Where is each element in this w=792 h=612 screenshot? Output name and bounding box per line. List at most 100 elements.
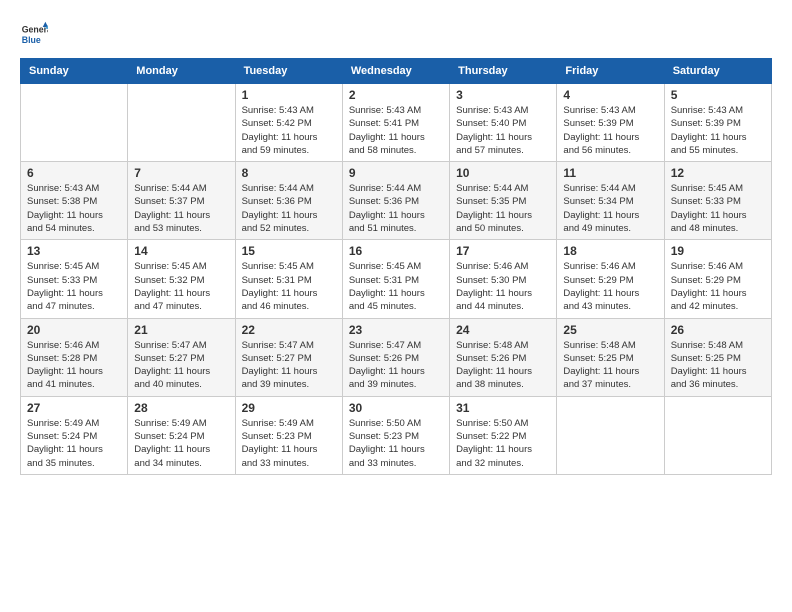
- weekday-header-saturday: Saturday: [664, 59, 771, 84]
- calendar-cell: 25 Sunrise: 5:48 AM Sunset: 5:25 PM Dayli…: [557, 318, 664, 396]
- calendar-cell: 7 Sunrise: 5:44 AM Sunset: 5:37 PM Daylig…: [128, 162, 235, 240]
- calendar-cell: 12Sunrise: 5:45 AM Sunset: 5:33 PM Dayli…: [664, 162, 771, 240]
- day-number: 3: [456, 88, 550, 102]
- day-info: Sunrise: 5:43 AM Sunset: 5:39 PM Dayligh…: [563, 104, 657, 157]
- day-number: 17: [456, 244, 550, 258]
- day-number: 23: [349, 323, 443, 337]
- day-number: 6: [27, 166, 121, 180]
- calendar-cell: 28 Sunrise: 5:49 AM Sunset: 5:24 PM Dayli…: [128, 396, 235, 474]
- day-number: 24: [456, 323, 550, 337]
- day-number: 11: [563, 166, 657, 180]
- day-number: 22: [242, 323, 336, 337]
- day-number: 12: [671, 166, 765, 180]
- day-number: 27: [27, 401, 121, 415]
- day-info: Sunrise: 5:43 AM Sunset: 5:41 PM Dayligh…: [349, 104, 443, 157]
- calendar-cell: 29Sunrise: 5:49 AM Sunset: 5:23 PM Dayli…: [235, 396, 342, 474]
- day-info: Sunrise: 5:49 AM Sunset: 5:24 PM Dayligh…: [134, 417, 228, 470]
- calendar-cell: 3 Sunrise: 5:43 AM Sunset: 5:40 PM Daylig…: [450, 84, 557, 162]
- day-info: Sunrise: 5:43 AM Sunset: 5:38 PM Dayligh…: [27, 182, 121, 235]
- day-info: Sunrise: 5:48 AM Sunset: 5:26 PM Dayligh…: [456, 339, 550, 392]
- calendar-cell: [21, 84, 128, 162]
- calendar-cell: 19 Sunrise: 5:46 AM Sunset: 5:29 PM Dayli…: [664, 240, 771, 318]
- calendar-cell: [128, 84, 235, 162]
- day-number: 19: [671, 244, 765, 258]
- calendar-cell: 4 Sunrise: 5:43 AM Sunset: 5:39 PM Daylig…: [557, 84, 664, 162]
- day-number: 26: [671, 323, 765, 337]
- week-row-4: 20 Sunrise: 5:46 AM Sunset: 5:28 PM Dayli…: [21, 318, 772, 396]
- day-info: Sunrise: 5:43 AM Sunset: 5:39 PM Dayligh…: [671, 104, 765, 157]
- calendar-cell: 14 Sunrise: 5:45 AM Sunset: 5:32 PM Dayli…: [128, 240, 235, 318]
- day-number: 13: [27, 244, 121, 258]
- day-info: Sunrise: 5:44 AM Sunset: 5:36 PM Dayligh…: [242, 182, 336, 235]
- calendar-cell: 23 Sunrise: 5:47 AM Sunset: 5:26 PM Dayli…: [342, 318, 449, 396]
- day-info: Sunrise: 5:50 AM Sunset: 5:23 PM Dayligh…: [349, 417, 443, 470]
- weekday-header-tuesday: Tuesday: [235, 59, 342, 84]
- day-info: Sunrise: 5:44 AM Sunset: 5:37 PM Dayligh…: [134, 182, 228, 235]
- calendar-cell: 30 Sunrise: 5:50 AM Sunset: 5:23 PM Dayli…: [342, 396, 449, 474]
- day-number: 7: [134, 166, 228, 180]
- day-number: 25: [563, 323, 657, 337]
- day-number: 31: [456, 401, 550, 415]
- calendar-cell: 10Sunrise: 5:44 AM Sunset: 5:35 PM Dayli…: [450, 162, 557, 240]
- day-number: 20: [27, 323, 121, 337]
- day-info: Sunrise: 5:49 AM Sunset: 5:24 PM Dayligh…: [27, 417, 121, 470]
- calendar-cell: 31 Sunrise: 5:50 AM Sunset: 5:22 PM Dayli…: [450, 396, 557, 474]
- week-row-2: 6 Sunrise: 5:43 AM Sunset: 5:38 PM Daylig…: [21, 162, 772, 240]
- day-info: Sunrise: 5:46 AM Sunset: 5:28 PM Dayligh…: [27, 339, 121, 392]
- day-number: 2: [349, 88, 443, 102]
- day-info: Sunrise: 5:47 AM Sunset: 5:27 PM Dayligh…: [242, 339, 336, 392]
- calendar-cell: 22 Sunrise: 5:47 AM Sunset: 5:27 PM Dayli…: [235, 318, 342, 396]
- day-info: Sunrise: 5:50 AM Sunset: 5:22 PM Dayligh…: [456, 417, 550, 470]
- weekday-header-thursday: Thursday: [450, 59, 557, 84]
- calendar-cell: 20 Sunrise: 5:46 AM Sunset: 5:28 PM Dayli…: [21, 318, 128, 396]
- week-row-5: 27 Sunrise: 5:49 AM Sunset: 5:24 PM Dayli…: [21, 396, 772, 474]
- day-number: 28: [134, 401, 228, 415]
- day-number: 14: [134, 244, 228, 258]
- calendar-cell: 5 Sunrise: 5:43 AM Sunset: 5:39 PM Daylig…: [664, 84, 771, 162]
- calendar-cell: 6 Sunrise: 5:43 AM Sunset: 5:38 PM Daylig…: [21, 162, 128, 240]
- day-info: Sunrise: 5:45 AM Sunset: 5:31 PM Dayligh…: [242, 260, 336, 313]
- day-info: Sunrise: 5:45 AM Sunset: 5:31 PM Dayligh…: [349, 260, 443, 313]
- calendar-cell: 11 Sunrise: 5:44 AM Sunset: 5:34 PM Dayli…: [557, 162, 664, 240]
- day-info: Sunrise: 5:44 AM Sunset: 5:35 PM Dayligh…: [456, 182, 550, 235]
- logo-icon: General Blue: [20, 20, 48, 48]
- day-info: Sunrise: 5:49 AM Sunset: 5:23 PM Dayligh…: [242, 417, 336, 470]
- day-info: Sunrise: 5:44 AM Sunset: 5:34 PM Dayligh…: [563, 182, 657, 235]
- day-number: 18: [563, 244, 657, 258]
- day-info: Sunrise: 5:43 AM Sunset: 5:40 PM Dayligh…: [456, 104, 550, 157]
- week-row-1: 1 Sunrise: 5:43 AM Sunset: 5:42 PM Daylig…: [21, 84, 772, 162]
- week-row-3: 13 Sunrise: 5:45 AM Sunset: 5:33 PM Dayli…: [21, 240, 772, 318]
- day-info: Sunrise: 5:43 AM Sunset: 5:42 PM Dayligh…: [242, 104, 336, 157]
- weekday-header-row: SundayMondayTuesdayWednesdayThursdayFrid…: [21, 59, 772, 84]
- calendar-cell: 15Sunrise: 5:45 AM Sunset: 5:31 PM Dayli…: [235, 240, 342, 318]
- day-info: Sunrise: 5:45 AM Sunset: 5:32 PM Dayligh…: [134, 260, 228, 313]
- day-number: 8: [242, 166, 336, 180]
- day-number: 4: [563, 88, 657, 102]
- calendar-cell: 26 Sunrise: 5:48 AM Sunset: 5:25 PM Dayli…: [664, 318, 771, 396]
- calendar-table: SundayMondayTuesdayWednesdayThursdayFrid…: [20, 58, 772, 475]
- day-info: Sunrise: 5:47 AM Sunset: 5:27 PM Dayligh…: [134, 339, 228, 392]
- calendar-cell: 2 Sunrise: 5:43 AM Sunset: 5:41 PM Daylig…: [342, 84, 449, 162]
- calendar-cell: 8 Sunrise: 5:44 AM Sunset: 5:36 PM Daylig…: [235, 162, 342, 240]
- day-info: Sunrise: 5:48 AM Sunset: 5:25 PM Dayligh…: [671, 339, 765, 392]
- day-info: Sunrise: 5:45 AM Sunset: 5:33 PM Dayligh…: [27, 260, 121, 313]
- calendar-cell: 9Sunrise: 5:44 AM Sunset: 5:36 PM Daylig…: [342, 162, 449, 240]
- day-info: Sunrise: 5:47 AM Sunset: 5:26 PM Dayligh…: [349, 339, 443, 392]
- day-info: Sunrise: 5:46 AM Sunset: 5:29 PM Dayligh…: [671, 260, 765, 313]
- calendar-cell: 21Sunrise: 5:47 AM Sunset: 5:27 PM Dayli…: [128, 318, 235, 396]
- calendar-cell: 24 Sunrise: 5:48 AM Sunset: 5:26 PM Dayli…: [450, 318, 557, 396]
- day-info: Sunrise: 5:46 AM Sunset: 5:30 PM Dayligh…: [456, 260, 550, 313]
- calendar-cell: 17 Sunrise: 5:46 AM Sunset: 5:30 PM Dayli…: [450, 240, 557, 318]
- day-number: 30: [349, 401, 443, 415]
- calendar-cell: 16Sunrise: 5:45 AM Sunset: 5:31 PM Dayli…: [342, 240, 449, 318]
- day-info: Sunrise: 5:46 AM Sunset: 5:29 PM Dayligh…: [563, 260, 657, 313]
- page-header: General Blue: [20, 20, 772, 48]
- calendar-cell: [557, 396, 664, 474]
- calendar-cell: 1 Sunrise: 5:43 AM Sunset: 5:42 PM Daylig…: [235, 84, 342, 162]
- day-number: 5: [671, 88, 765, 102]
- svg-text:Blue: Blue: [22, 35, 41, 45]
- weekday-header-monday: Monday: [128, 59, 235, 84]
- calendar-cell: [664, 396, 771, 474]
- day-info: Sunrise: 5:48 AM Sunset: 5:25 PM Dayligh…: [563, 339, 657, 392]
- day-number: 1: [242, 88, 336, 102]
